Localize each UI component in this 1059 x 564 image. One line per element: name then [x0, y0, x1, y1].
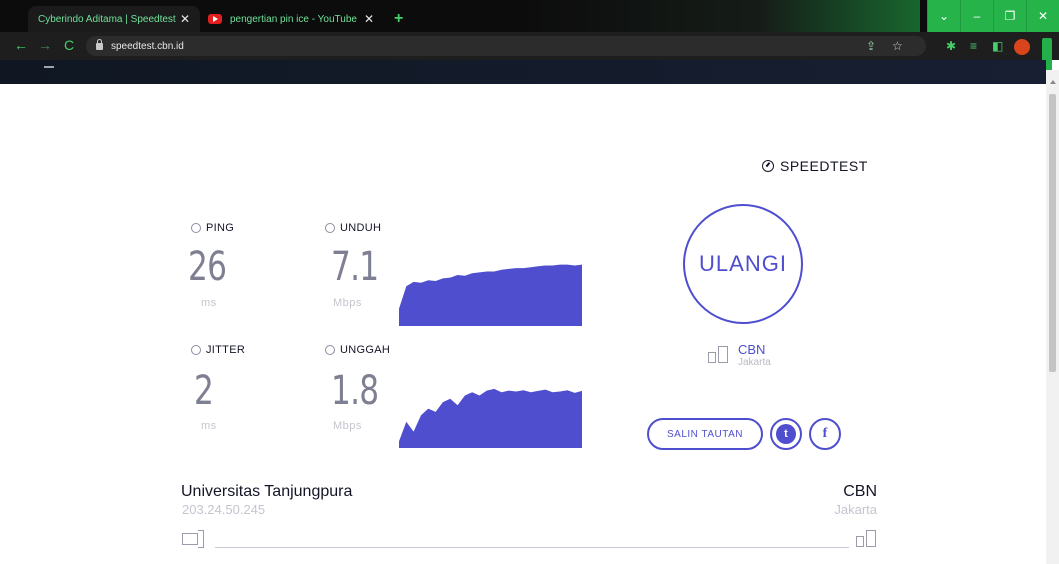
download-area [399, 264, 582, 326]
ping-label-text: PING [206, 222, 235, 234]
reload-button[interactable]: C [64, 37, 74, 53]
download-value: 7.1 [331, 244, 379, 290]
download-label-text: UNDUH [340, 222, 382, 234]
isp-name[interactable]: CBN [738, 342, 771, 357]
jitter-unit: ms [201, 420, 217, 432]
reading-list-icon[interactable]: ≡ [970, 39, 977, 53]
new-tab-button[interactable]: + [394, 10, 403, 28]
scroll-up-icon[interactable] [1050, 80, 1056, 84]
twitter-icon: t [776, 424, 796, 444]
window-controls: ⌄ – ❐ ✕ [927, 0, 1059, 32]
menu-icon[interactable] [44, 66, 54, 68]
extensions-icon[interactable]: ✱ [946, 39, 956, 53]
upload-unit: Mbps [333, 420, 362, 432]
tab-search-button[interactable]: ⌄ [927, 0, 960, 32]
isp-info: CBN Jakarta [708, 342, 771, 368]
tab-title: pengertian pin ice - YouTube [230, 13, 357, 25]
upload-icon [325, 345, 335, 355]
retest-button[interactable]: ULANGI [683, 204, 803, 324]
titlebar-background [520, 0, 920, 32]
download-graph [399, 264, 582, 326]
twitter-button[interactable]: t [770, 418, 802, 450]
youtube-icon [208, 14, 222, 24]
forward-button[interactable]: → [38, 37, 52, 53]
site-header [0, 60, 1046, 84]
upload-label-text: UNGGAH [340, 344, 391, 356]
tab-bar: Cyberindo Aditama | Speedtest ✕ pengerti… [0, 0, 1059, 32]
upload-graph [399, 388, 582, 448]
gauge-icon [762, 160, 774, 172]
upload-label: UNGGAH [325, 344, 390, 356]
jitter-label: JITTER [191, 344, 245, 356]
scrollbar[interactable] [1046, 70, 1059, 564]
jitter-value: 2 [194, 368, 214, 414]
scrollbar-thumb[interactable] [1049, 94, 1056, 372]
ping-label: PING [191, 222, 234, 234]
minimize-button[interactable]: – [960, 0, 993, 32]
star-icon[interactable]: ☆ [892, 39, 903, 53]
facebook-icon: f [822, 426, 828, 441]
connection-line [215, 547, 849, 548]
back-button[interactable]: ← [14, 37, 28, 53]
copy-link-button[interactable]: SALIN TAUTAN [647, 418, 763, 450]
brand-text: SPEEDTEST [780, 158, 868, 174]
ping-unit: ms [201, 297, 217, 309]
server-city: Jakarta [834, 502, 877, 517]
tab-youtube[interactable]: pengertian pin ice - YouTube ✕ [202, 6, 384, 32]
share-icon[interactable]: ⇪ [866, 39, 876, 53]
speedtest-logo: SPEEDTEST [762, 158, 868, 174]
download-icon [325, 223, 335, 233]
download-unit: Mbps [333, 297, 362, 309]
close-window-button[interactable]: ✕ [1026, 0, 1059, 32]
client-ip: 203.24.50.245 [182, 502, 266, 517]
upload-area [399, 388, 582, 448]
lock-icon[interactable] [96, 38, 103, 50]
client-name: Universitas Tanjungpura [181, 483, 353, 500]
profile-avatar[interactable] [1014, 39, 1030, 55]
close-icon[interactable]: ✕ [180, 12, 190, 26]
computer-icon [182, 530, 206, 550]
server-name: CBN [843, 483, 877, 500]
isp-city: Jakarta [738, 357, 771, 368]
download-label: UNDUH [325, 222, 381, 234]
server-icon [856, 530, 880, 550]
facebook-button[interactable]: f [809, 418, 841, 450]
tab-title: Cyberindo Aditama | Speedtest [38, 13, 176, 25]
url-input[interactable]: speedtest.cbn.id [86, 36, 926, 56]
side-panel-icon[interactable]: ◧ [992, 39, 1003, 53]
tab-speedtest[interactable]: Cyberindo Aditama | Speedtest ✕ [28, 6, 200, 32]
address-bar: ← → C speedtest.cbn.id ⇪ ☆ ✱ ≡ ◧ [0, 32, 1059, 60]
jitter-label-text: JITTER [206, 344, 246, 356]
url-text: speedtest.cbn.id [111, 40, 184, 52]
ping-value: 26 [188, 244, 227, 290]
ping-icon [191, 223, 201, 233]
upload-value: 1.8 [331, 368, 379, 414]
server-icon [708, 346, 732, 366]
close-icon[interactable]: ✕ [364, 12, 374, 26]
restore-button[interactable]: ❐ [993, 0, 1026, 32]
jitter-icon [191, 345, 201, 355]
